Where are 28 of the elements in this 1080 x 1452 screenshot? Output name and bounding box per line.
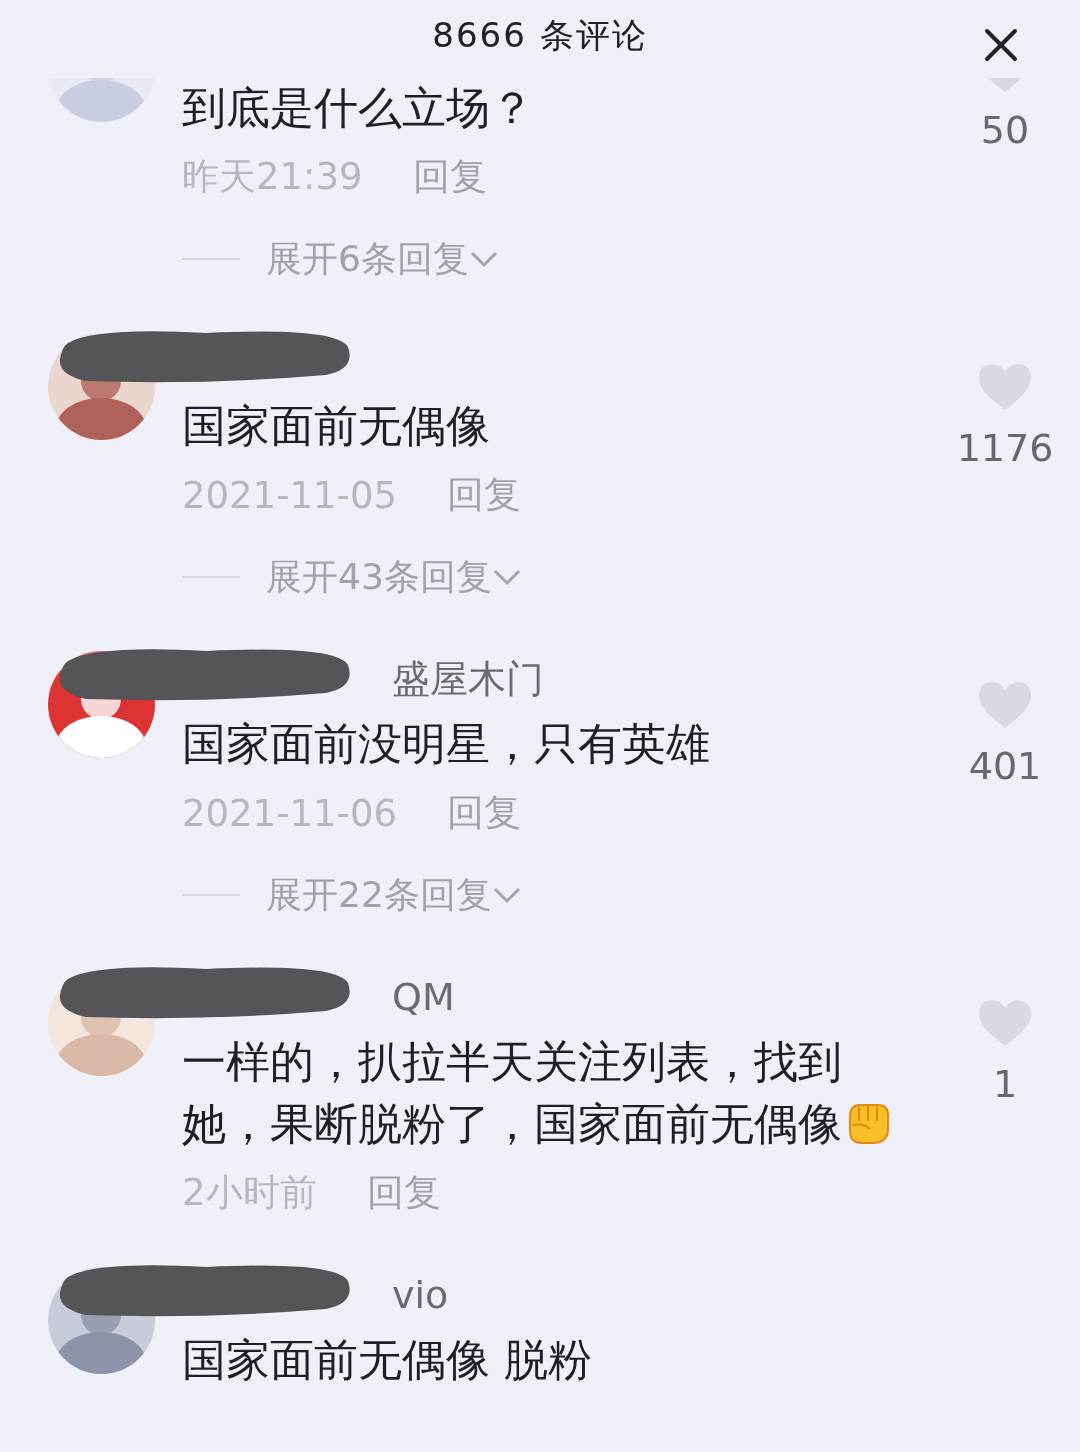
chevron-down-icon [491, 885, 522, 905]
like-count: 401 [968, 744, 1042, 788]
comment-count-title: 8666 条评论 [432, 14, 648, 57]
reply-link[interactable]: 回复 [412, 152, 487, 202]
like-count: 1176 [956, 426, 1054, 470]
comment-text: 一样的，扒拉半天关注列表，找到 她，果断脱粉了，国家面前无偶像 [182, 1031, 930, 1155]
user-name[interactable]: 盛屋木门 [392, 653, 544, 705]
close-icon[interactable] [984, 28, 1018, 62]
expand-replies-button[interactable]: 展开22条回复 [182, 865, 522, 925]
comment-time: 昨天21:39 [182, 154, 363, 200]
like-count: 1 [992, 1062, 1018, 1106]
comment-text: 国家面前没明星，只有英雄 [182, 717, 711, 771]
comment-time: 2小时前 [182, 1170, 317, 1216]
comment-text: 国家面前无偶像 [182, 399, 491, 453]
user-name[interactable]: vio [392, 1273, 449, 1317]
reply-link[interactable]: 回复 [447, 788, 522, 838]
reply-link[interactable]: 回复 [366, 1168, 441, 1218]
comment-time: 2021-11-06 [182, 791, 398, 835]
comment-time: 2021-11-05 [182, 473, 398, 517]
comment-text: 到底是什么立场？ [182, 81, 535, 135]
chevron-down-icon [491, 567, 522, 587]
user-name[interactable]: QM [392, 975, 455, 1019]
like-count: 50 [980, 108, 1030, 152]
reply-link[interactable]: 回复 [447, 470, 522, 520]
expand-replies-button[interactable]: 展开6条回复 [182, 229, 499, 289]
expand-replies-button[interactable]: 展开43条回复 [182, 547, 522, 607]
comment-text: 国家面前无偶像 脱粉 [182, 1333, 593, 1387]
chevron-down-icon [468, 249, 499, 269]
